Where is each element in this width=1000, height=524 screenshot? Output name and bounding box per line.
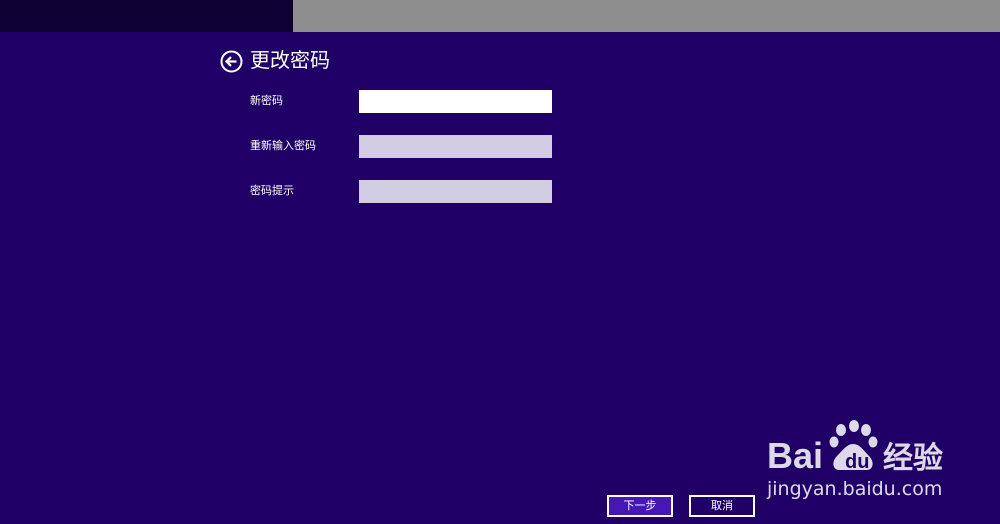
baidu-jingyan-watermark: Bai du 经验 jingyan.baidu.com bbox=[765, 418, 995, 508]
confirm-password-input[interactable] bbox=[359, 135, 552, 158]
password-hint-input[interactable] bbox=[359, 180, 552, 203]
page-title: 更改密码 bbox=[250, 48, 330, 72]
back-button[interactable] bbox=[220, 50, 243, 73]
next-button[interactable]: 下一步 bbox=[607, 495, 673, 517]
top-bar bbox=[0, 0, 1000, 32]
new-password-label: 新密码 bbox=[250, 94, 283, 107]
cancel-button[interactable]: 取消 bbox=[689, 495, 755, 517]
svg-text:经验: 经验 bbox=[883, 441, 943, 476]
password-hint-label: 密码提示 bbox=[250, 184, 294, 197]
baidu-jingyan-logo: Bai du 经验 bbox=[767, 420, 943, 476]
confirm-password-label: 重新输入密码 bbox=[250, 139, 316, 152]
svg-text:Bai: Bai bbox=[767, 435, 823, 476]
top-bar-right-panel bbox=[293, 0, 1000, 32]
watermark-url: jingyan.baidu.com bbox=[767, 478, 943, 500]
svg-text:du: du bbox=[845, 451, 869, 473]
back-arrow-circle-icon bbox=[220, 50, 243, 73]
new-password-input[interactable] bbox=[359, 90, 552, 113]
top-bar-left-panel bbox=[0, 0, 293, 32]
